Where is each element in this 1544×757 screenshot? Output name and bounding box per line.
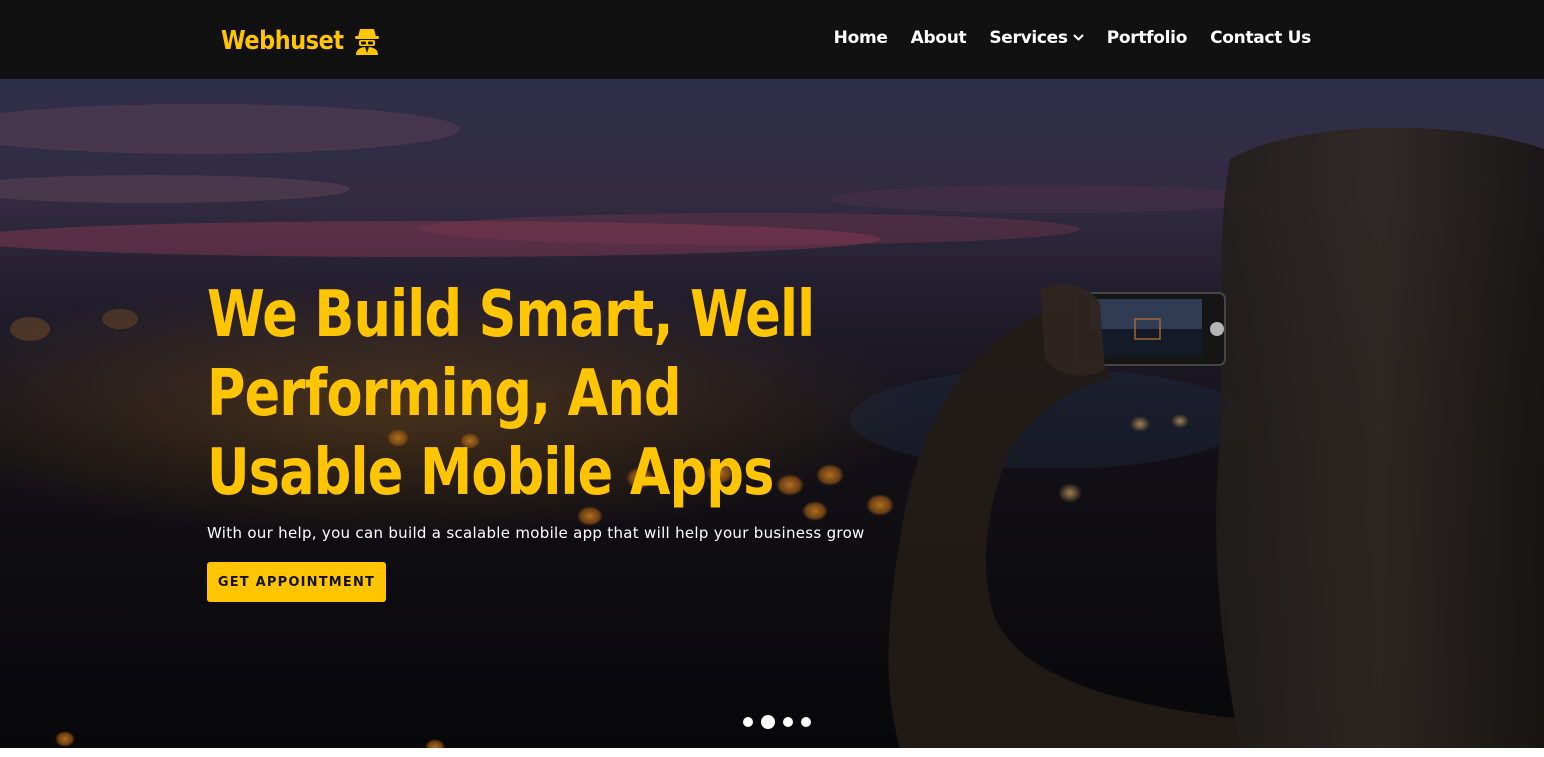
slide-dot-3[interactable] (783, 717, 793, 727)
hero-subtitle: With our help, you can build a scalable … (207, 524, 865, 542)
slider-pagination (743, 715, 811, 729)
brand-name: Webhuset (221, 26, 344, 56)
slide-dot-1[interactable] (743, 717, 753, 727)
nav-portfolio[interactable]: Portfolio (1107, 28, 1188, 48)
hero-title: We Build Smart, Well Performing, And Usa… (207, 278, 815, 510)
nav-services[interactable]: Services (989, 28, 1084, 48)
nav-contact-us[interactable]: Contact Us (1210, 28, 1311, 48)
nav-about[interactable]: About (911, 28, 967, 48)
hero-slider: We Build Smart, Well Performing, And Usa… (0, 79, 1544, 748)
get-appointment-button[interactable]: GET APPOINTMENT (207, 562, 386, 602)
site-header: Webhuset Home About Services Portfolio C… (0, 0, 1544, 79)
nav-home[interactable]: Home (834, 28, 888, 48)
spy-icon (355, 29, 379, 55)
slide-dot-2[interactable] (761, 715, 775, 729)
chevron-down-icon (1073, 34, 1084, 41)
nav-services-label: Services (989, 28, 1068, 48)
main-navigation: Home About Services Portfolio Contact Us (834, 28, 1312, 48)
slide-dot-4[interactable] (801, 717, 811, 727)
page-bottom-strip (0, 748, 1544, 757)
brand-logo[interactable]: Webhuset (221, 26, 380, 56)
